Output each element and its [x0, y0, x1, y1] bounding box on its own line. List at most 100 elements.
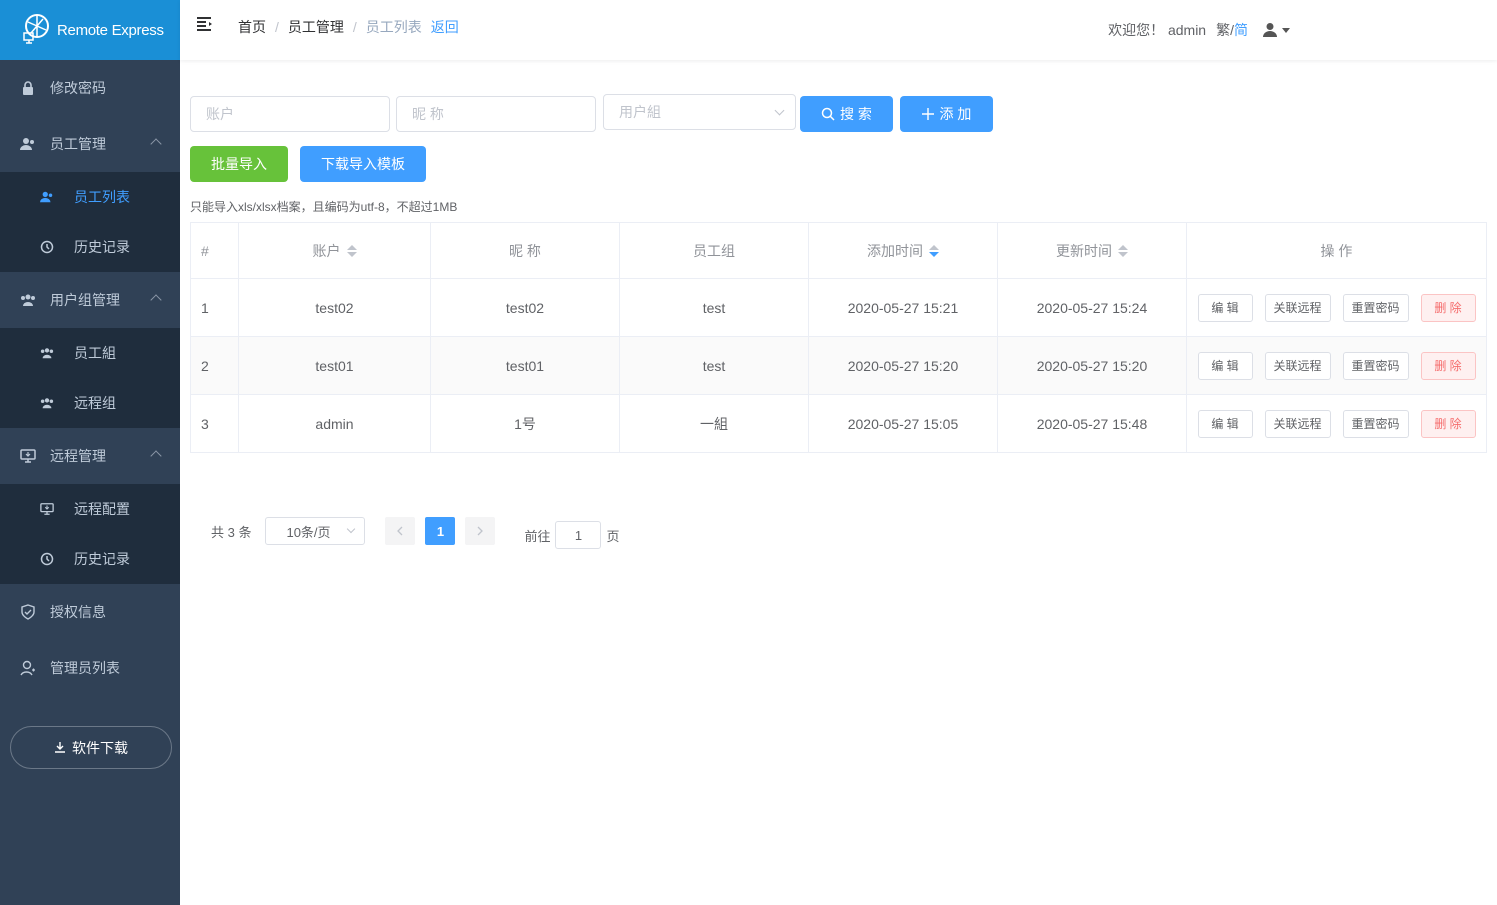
- group-select[interactable]: 用户組: [603, 94, 796, 130]
- sort-icon[interactable]: [346, 244, 357, 257]
- prev-page-button[interactable]: [385, 517, 416, 545]
- table-row: 3 admin 1号 一組 2020-05-27 15:05 2020-05-2…: [191, 395, 1486, 452]
- delete-button[interactable]: 删 除: [1420, 293, 1476, 322]
- reset-password-button[interactable]: 重置密码: [1342, 409, 1409, 438]
- cell-actions: 编 辑 关联远程 重置密码 删 除: [1187, 279, 1486, 336]
- sidebar-item-label: 历史记录: [74, 239, 130, 255]
- goto-page-input[interactable]: 1: [555, 521, 602, 549]
- sidebar-item-change-password[interactable]: 修改密码: [0, 60, 180, 116]
- cell-actions: 编 辑 关联远程 重置密码 删 除: [1187, 337, 1486, 394]
- hamburger-icon[interactable]: [196, 16, 214, 32]
- cell-index: 3: [191, 395, 239, 452]
- download-template-button[interactable]: 下载导入模板: [300, 146, 426, 182]
- cell-nickname: test01: [431, 337, 620, 394]
- sidebar-item-license-info[interactable]: 授权信息: [0, 584, 180, 640]
- page-size-value: 10条/页: [286, 524, 331, 540]
- history-icon: [40, 552, 54, 566]
- chevron-up-icon: [150, 294, 162, 306]
- app-name: Remote Express: [57, 21, 164, 39]
- reset-password-button[interactable]: 重置密码: [1342, 293, 1409, 322]
- search-icon: [821, 107, 835, 121]
- column-header-updated[interactable]: 更新时间: [998, 223, 1187, 278]
- sidebar-item-remote-history[interactable]: 历史记录: [0, 534, 180, 584]
- download-software-button[interactable]: 软件下载: [10, 726, 172, 769]
- breadcrumb-home[interactable]: 首页: [238, 17, 266, 37]
- column-header-added[interactable]: 添加时间: [809, 223, 998, 278]
- column-header-label: 更新时间: [1056, 242, 1112, 259]
- cell-index: 1: [191, 279, 239, 336]
- edit-button[interactable]: 编 辑: [1197, 409, 1253, 438]
- logo-icon: [23, 14, 49, 44]
- page-size-select[interactable]: 10条/页: [265, 517, 366, 545]
- user-menu[interactable]: [1262, 22, 1290, 38]
- cell-updated-time: 2020-05-27 15:24: [998, 279, 1187, 336]
- column-header-group: 员工组: [620, 223, 809, 278]
- sidebar-item-label: 远程组: [74, 395, 116, 411]
- sidebar-item-admin-list[interactable]: 管理员列表: [0, 640, 180, 696]
- link-remote-button[interactable]: 关联远程: [1264, 409, 1331, 438]
- edit-button[interactable]: 编 辑: [1197, 293, 1253, 322]
- lang-simplified[interactable]: 简: [1234, 20, 1248, 40]
- breadcrumb-employee-list: 员工列表: [365, 19, 422, 35]
- chevron-up-icon: [150, 138, 162, 150]
- back-link[interactable]: 返回: [431, 17, 459, 37]
- plus-icon: [921, 108, 934, 120]
- breadcrumb-separator: /: [352, 19, 357, 35]
- sidebar-item-employee-group[interactable]: 员工組: [0, 328, 180, 378]
- header-right: 欢迎您！ admin 繁/ 简: [1108, 20, 1497, 40]
- search-button-label: 搜 索: [840, 106, 872, 122]
- table-header-row: # 账户 昵 称 员工组 添加时间 更新时间 操 作: [191, 223, 1486, 279]
- cell-actions: 编 辑 关联远程 重置密码 删 除: [1187, 395, 1486, 452]
- sidebar-item-employee-list[interactable]: 员工列表: [0, 172, 180, 222]
- nickname-search-input[interactable]: 昵 称: [396, 96, 596, 132]
- employee-table: # 账户 昵 称 员工组 添加时间 更新时间 操 作 1 test02 test…: [190, 222, 1487, 453]
- header: 首页 / 员工管理 / 员工列表 返回 欢迎您！ admin 繁/ 简: [180, 0, 1497, 60]
- sort-icon[interactable]: [1118, 244, 1128, 257]
- chevron-down-icon: [774, 105, 785, 116]
- sidebar-item-label: 管理员列表: [50, 660, 120, 676]
- sidebar-item-label: 历史记录: [74, 551, 130, 567]
- breadcrumb-employee-management[interactable]: 员工管理: [288, 17, 344, 37]
- sidebar-item-remote-config[interactable]: 远程配置: [0, 484, 180, 534]
- link-remote-button[interactable]: 关联远程: [1264, 351, 1331, 380]
- sidebar: Remote Express 修改密码 员工管理 员工列表 历史记录 用户组管理…: [0, 0, 180, 905]
- sort-desc-icon[interactable]: [929, 244, 939, 257]
- link-remote-button[interactable]: 关联远程: [1264, 293, 1331, 322]
- edit-button[interactable]: 编 辑: [1197, 351, 1253, 380]
- reset-password-button[interactable]: 重置密码: [1342, 351, 1409, 380]
- table-row: 1 test02 test02 test 2020-05-27 15:21 20…: [191, 279, 1486, 337]
- next-page-button[interactable]: [465, 517, 496, 545]
- chevron-left-icon: [397, 526, 403, 536]
- import-hint: 只能导入xls/xlsx档案，且编码为utf-8，不超过1MB: [190, 200, 458, 214]
- admin-icon: [20, 660, 36, 676]
- logo[interactable]: Remote Express: [0, 0, 180, 60]
- cell-account: admin: [239, 395, 431, 452]
- add-button[interactable]: 添 加: [900, 96, 993, 132]
- sidebar-item-employee-history[interactable]: 历史记录: [0, 222, 180, 272]
- delete-button[interactable]: 删 除: [1420, 351, 1476, 380]
- sidebar-item-label: 修改密码: [50, 80, 106, 96]
- sidebar-item-employee-management[interactable]: 员工管理: [0, 116, 180, 172]
- sidebar-item-label: 员工列表: [74, 189, 130, 205]
- lang-traditional[interactable]: 繁/: [1216, 20, 1234, 40]
- monitor-icon: [40, 502, 54, 516]
- submenu-usergroup: 员工組 远程组: [0, 328, 180, 428]
- page-number-current[interactable]: 1: [425, 517, 456, 545]
- sidebar-item-label: 员工管理: [50, 136, 106, 152]
- sidebar-item-usergroup-management[interactable]: 用户组管理: [0, 272, 180, 328]
- shield-icon: [20, 604, 36, 620]
- search-button[interactable]: 搜 索: [800, 96, 893, 132]
- cell-added-time: 2020-05-27 15:05: [809, 395, 998, 452]
- delete-button[interactable]: 删 除: [1420, 409, 1476, 438]
- sidebar-item-remote-management[interactable]: 远程管理: [0, 428, 180, 484]
- sidebar-item-remote-group[interactable]: 远程组: [0, 378, 180, 428]
- batch-import-button[interactable]: 批量导入: [190, 146, 288, 182]
- pagination: 共 3 条 10条/页 1 前往 1 页: [211, 513, 620, 549]
- account-search-input[interactable]: 账户: [190, 96, 390, 132]
- download-label: 软件下载: [72, 739, 128, 756]
- users-icon: [40, 190, 54, 204]
- column-header-account[interactable]: 账户: [239, 223, 431, 278]
- column-header-label: 添加时间: [867, 242, 923, 259]
- cell-nickname: test02: [431, 279, 620, 336]
- chevron-up-icon: [150, 450, 162, 462]
